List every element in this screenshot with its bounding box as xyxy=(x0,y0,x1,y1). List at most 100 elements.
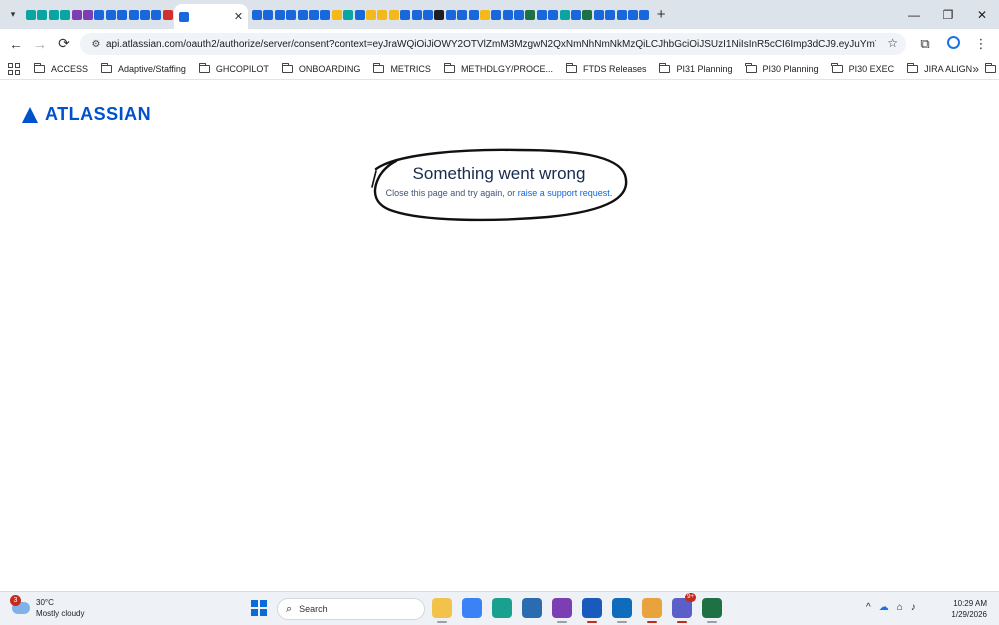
tab-favicon-icon[interactable] xyxy=(151,9,162,20)
tab-favicon-icon[interactable] xyxy=(309,9,320,20)
tab-favicon-icon[interactable] xyxy=(457,9,468,20)
tab-favicon-icon[interactable] xyxy=(400,9,411,20)
support-request-link[interactable]: raise a support request xyxy=(518,188,610,198)
bookmark-star-icon[interactable]: ☆ xyxy=(887,36,898,50)
weather-widget[interactable]: 3 30°C Mostly cloudy xyxy=(10,595,84,619)
bookmark-folder[interactable]: JIRA xyxy=(984,62,999,74)
store-icon[interactable] xyxy=(522,598,542,618)
tab-favicon-icon[interactable] xyxy=(365,9,376,20)
apps-grid-icon[interactable] xyxy=(8,62,20,75)
tab-favicon-icon[interactable] xyxy=(331,9,342,20)
tab-favicon-icon[interactable] xyxy=(354,9,365,20)
tab-favicon-icon[interactable] xyxy=(514,9,525,20)
copilot-icon[interactable] xyxy=(462,598,482,618)
bookmark-folder[interactable]: FTDS Releases xyxy=(565,62,646,74)
tab-favicon-icon[interactable] xyxy=(297,9,308,20)
tab-favicon-icon[interactable] xyxy=(525,9,536,20)
bookmark-folder[interactable]: ACCESS xyxy=(33,62,88,74)
tab-favicon-icon[interactable] xyxy=(582,9,593,20)
tab-favicon-icon[interactable] xyxy=(388,9,399,20)
bookmark-folder[interactable]: ONBOARDING xyxy=(281,62,360,74)
onedrive-cloud-icon[interactable]: ☁ xyxy=(879,602,889,613)
tab-favicon-icon[interactable] xyxy=(263,9,274,20)
tab-favicon-icon[interactable] xyxy=(616,9,627,20)
outlook-icon[interactable] xyxy=(612,598,632,623)
tab-favicon-icon[interactable] xyxy=(559,9,570,20)
close-window-button[interactable]: ✕ xyxy=(965,8,999,22)
tab-favicon-icon[interactable] xyxy=(320,9,331,20)
bookmark-folder[interactable]: PI31 Planning xyxy=(659,62,733,74)
bookmark-folder[interactable]: METHDLGY/PROCE... xyxy=(443,62,553,74)
bookmark-folder[interactable]: JIRA ALIGN xyxy=(906,62,972,74)
maximize-button[interactable]: ❐ xyxy=(931,8,965,22)
tab-favicon-icon[interactable] xyxy=(286,9,297,20)
tab-favicon-icon[interactable] xyxy=(274,9,285,20)
tab-search-chevron-icon[interactable]: ▾ xyxy=(4,6,22,24)
start-button-icon[interactable] xyxy=(251,600,267,616)
tab-favicon-icon[interactable] xyxy=(94,9,105,20)
tray-overflow-chevron-icon[interactable]: ^ xyxy=(866,602,871,613)
tab-favicon-icon[interactable] xyxy=(479,9,490,20)
bookmark-folder[interactable]: PI30 Planning xyxy=(745,62,819,74)
tab-favicon-icon[interactable] xyxy=(422,9,433,20)
tab-favicon-icon[interactable] xyxy=(639,9,650,20)
network-icon[interactable]: ⌂ xyxy=(897,602,903,613)
bookmark-folder[interactable]: PI30 EXEC xyxy=(831,62,894,74)
tab-close-icon[interactable]: ✕ xyxy=(234,10,243,23)
tab-favicon-icon[interactable] xyxy=(128,9,139,20)
tab-favicon-icon[interactable] xyxy=(593,9,604,20)
tab-favicon-icon[interactable] xyxy=(605,9,616,20)
tab-favicon-icon[interactable] xyxy=(48,9,59,20)
tab-favicon-icon[interactable] xyxy=(536,9,547,20)
clock-date: 1/29/2026 xyxy=(951,610,987,619)
tab-favicon-icon[interactable] xyxy=(117,9,128,20)
tab-favicon-icon[interactable] xyxy=(502,9,513,20)
bookmark-folder[interactable]: GHCOPILOT xyxy=(198,62,269,74)
taskbar-search[interactable]: ⌕ Search xyxy=(277,598,425,620)
tab-favicon-icon[interactable] xyxy=(26,9,36,20)
address-bar[interactable]: ⚙ api.atlassian.com/oauth2/authorize/ser… xyxy=(80,33,906,55)
minimize-button[interactable]: — xyxy=(897,8,931,22)
tab-favicon-icon[interactable] xyxy=(252,9,263,20)
tab-favicon-icon[interactable] xyxy=(377,9,388,20)
active-tab[interactable]: ✕ xyxy=(174,4,249,29)
teams-icon[interactable]: 9+ xyxy=(672,593,696,623)
onenote-icon[interactable] xyxy=(552,598,572,623)
tab-favicon-icon[interactable] xyxy=(105,9,116,20)
tab-favicon-icon[interactable] xyxy=(411,9,422,20)
atlassian-logo[interactable]: ATLASSIAN xyxy=(22,104,151,125)
tab-favicon-icon[interactable] xyxy=(60,9,71,20)
excel-icon[interactable] xyxy=(702,598,722,623)
new-tab-button[interactable]: + xyxy=(657,6,666,23)
extensions-icon[interactable]: ⧉ xyxy=(913,36,937,52)
tab-favicon-icon[interactable] xyxy=(162,9,173,20)
tab-favicon-icon[interactable] xyxy=(82,9,93,20)
profile-avatar[interactable] xyxy=(941,35,965,52)
tab-favicon-icon[interactable] xyxy=(71,9,82,20)
forward-button[interactable]: → xyxy=(28,36,52,52)
chrome-icon[interactable] xyxy=(642,598,662,623)
menu-kebab-icon[interactable]: ⋮ xyxy=(969,36,993,52)
tab-favicon-icon[interactable] xyxy=(139,9,150,20)
clock[interactable]: 10:29 AM 1/29/2026 xyxy=(951,598,987,620)
tab-favicon-icon[interactable] xyxy=(571,9,582,20)
bookmarks-overflow-button[interactable]: » xyxy=(972,62,979,76)
tab-favicon-icon[interactable] xyxy=(37,9,48,20)
bookmark-folder[interactable]: Adaptive/Staffing xyxy=(100,62,186,74)
reload-button[interactable]: ⟳ xyxy=(52,35,76,52)
tab-favicon-icon[interactable] xyxy=(627,9,638,20)
tab-favicon-icon[interactable] xyxy=(548,9,559,20)
edge-icon[interactable] xyxy=(492,598,512,618)
file-explorer-icon[interactable] xyxy=(432,598,452,623)
tab-favicon-icon[interactable] xyxy=(491,9,502,20)
volume-icon[interactable]: ♪ xyxy=(911,602,916,613)
word-icon[interactable] xyxy=(582,598,602,623)
back-button[interactable]: ← xyxy=(4,36,28,52)
site-info-icon[interactable]: ⚙ xyxy=(86,39,106,50)
bookmark-folder[interactable]: METRICS xyxy=(373,62,431,74)
url-text[interactable]: api.atlassian.com/oauth2/authorize/serve… xyxy=(106,39,876,50)
tab-favicon-icon[interactable] xyxy=(468,9,479,20)
tab-favicon-icon[interactable] xyxy=(343,9,354,20)
tab-favicon-icon[interactable] xyxy=(445,9,456,20)
tab-favicon-icon[interactable] xyxy=(434,9,445,20)
